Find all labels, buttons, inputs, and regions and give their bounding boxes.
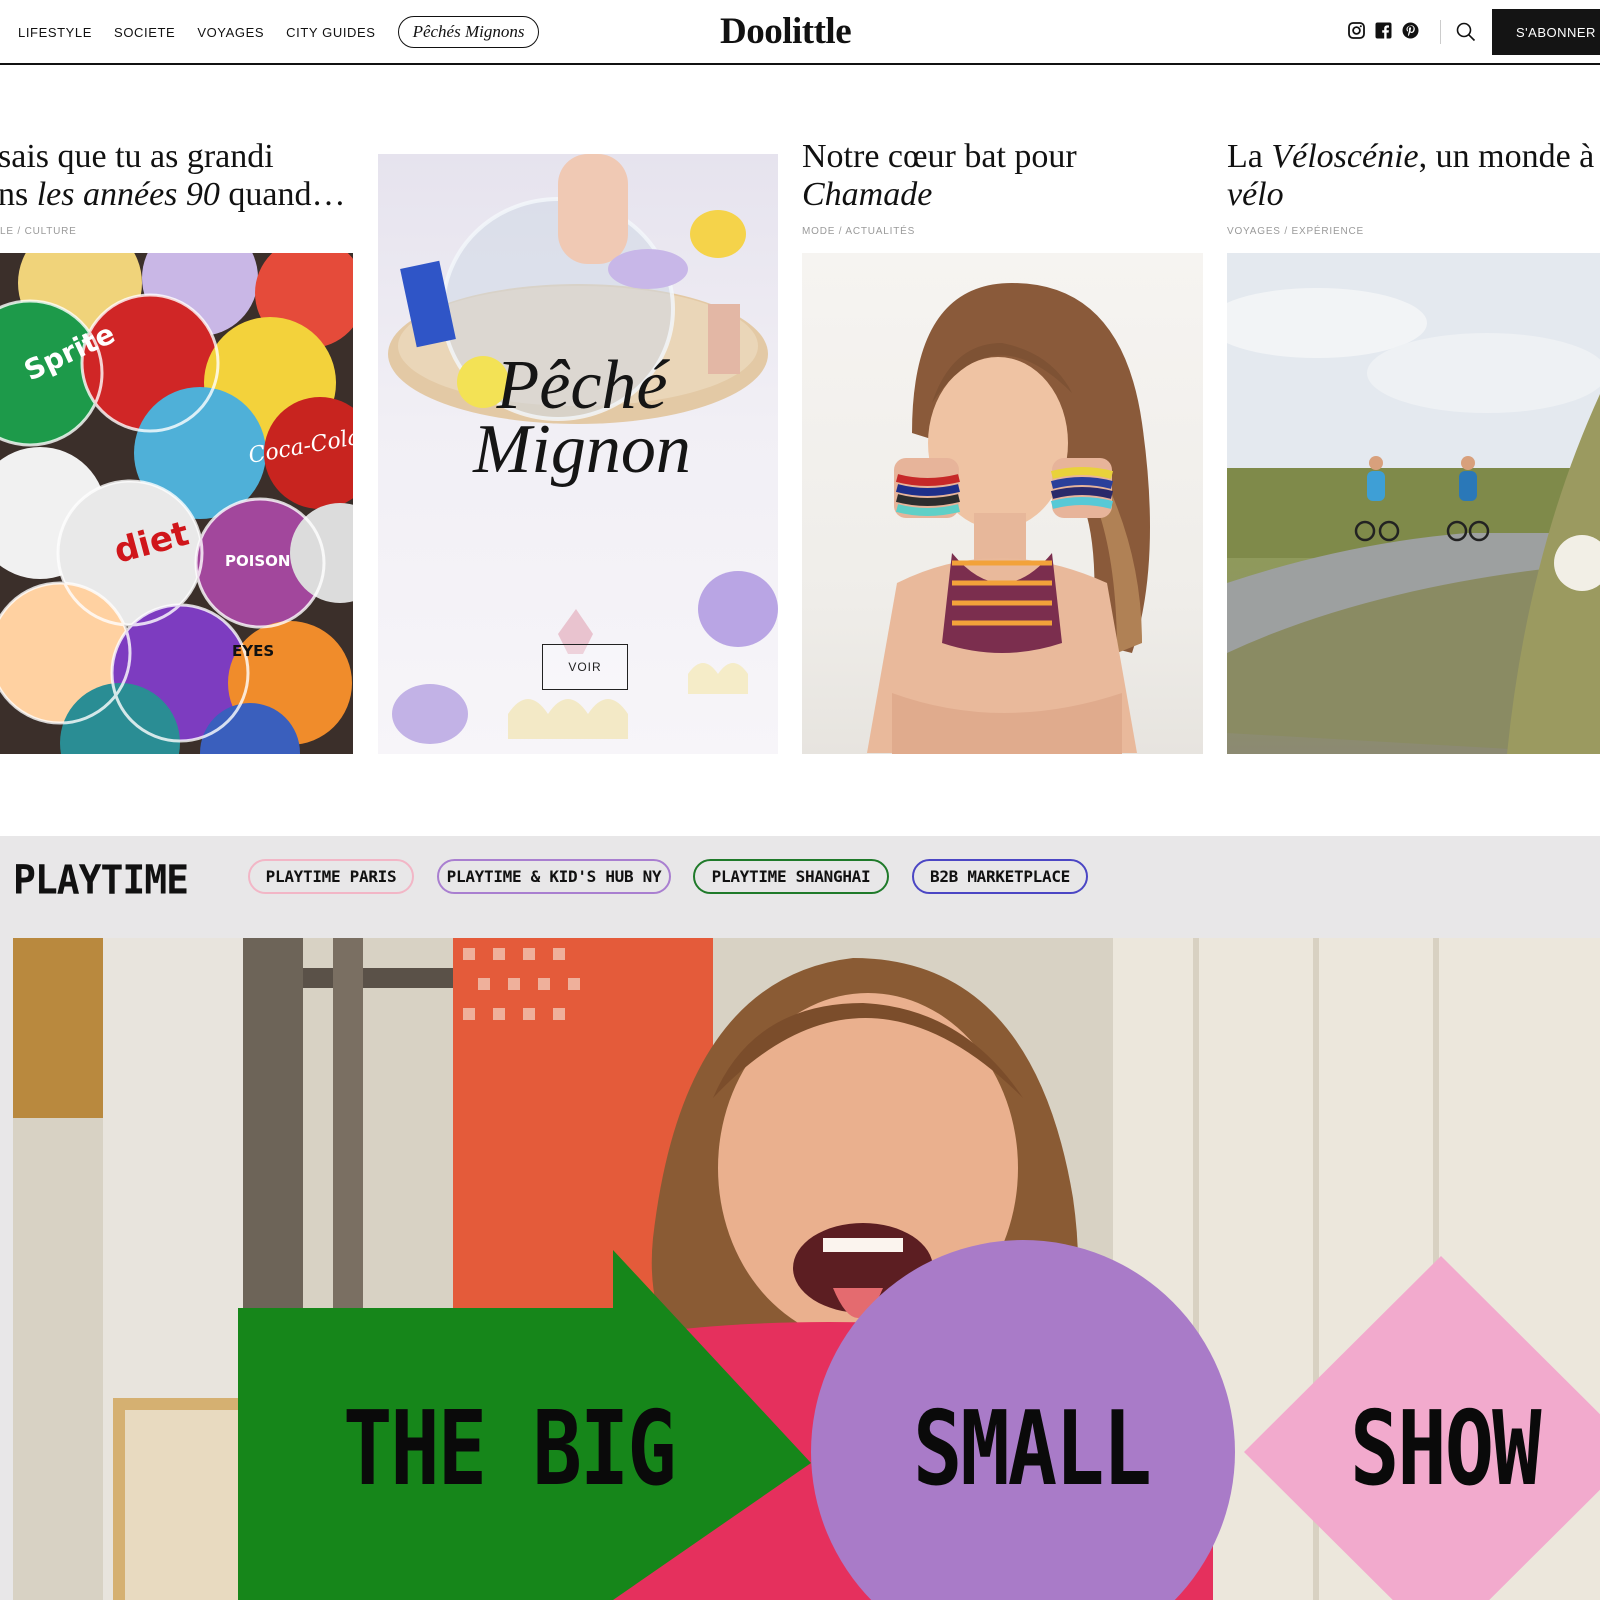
svg-text:POISON: POISON bbox=[225, 552, 290, 570]
article-title-italic: Chamade bbox=[802, 176, 933, 213]
playtime-ny-pill[interactable]: PLAYTIME & KID'S HUB NY bbox=[437, 859, 671, 894]
article-title[interactable]: Notre cœur bat pour Chamade bbox=[802, 138, 1077, 214]
article-title[interactable]: La Véloscénie, un monde à vélo bbox=[1227, 138, 1594, 214]
article-title-italic: les années 90 bbox=[36, 176, 220, 213]
article-category[interactable]: LE / CULTURE bbox=[0, 226, 77, 237]
article-image-pogs[interactable]: Sprite diet Coca-Cola POISON EYES bbox=[0, 253, 353, 754]
nav-societe[interactable]: SOCIETE bbox=[114, 25, 175, 40]
article-title-end: , un monde à bbox=[1418, 138, 1595, 175]
article-category[interactable]: MODE / ACTUALITÉS bbox=[802, 226, 915, 237]
playtime-hero-banner[interactable]: THE BIG SMALL SHOW bbox=[13, 938, 1600, 1600]
site-header: LIFESTYLE SOCIETE VOYAGES CITY GUIDES Pê… bbox=[0, 0, 1600, 65]
search-icon[interactable] bbox=[1455, 21, 1477, 43]
nav-voyages[interactable]: VOYAGES bbox=[197, 25, 264, 40]
veloscenie-illustration bbox=[1227, 253, 1600, 754]
playtime-paris-pill[interactable]: PLAYTIME PARIS bbox=[248, 859, 414, 894]
article-title[interactable]: sais que tu as grandi ns les années 90 q… bbox=[0, 138, 346, 214]
header-divider bbox=[1440, 20, 1441, 44]
hero-word-show: SHOW bbox=[1350, 1390, 1541, 1509]
playtime-shanghai-pill[interactable]: PLAYTIME SHANGHAI bbox=[693, 859, 889, 894]
main-nav: LIFESTYLE SOCIETE VOYAGES CITY GUIDES Pê… bbox=[18, 0, 540, 64]
article-title-start: La bbox=[1227, 138, 1272, 175]
instagram-icon[interactable] bbox=[1348, 22, 1365, 39]
article-title-line-2-end: quand… bbox=[219, 176, 346, 213]
article-title-line-2-start: ns bbox=[0, 176, 37, 213]
chamade-illustration bbox=[867, 283, 1150, 754]
article-title-italic: Véloscénie bbox=[1271, 138, 1419, 175]
hero-word-small: SMALL bbox=[913, 1390, 1152, 1509]
svg-text:EYES: EYES bbox=[232, 642, 274, 660]
article-image-veloscenie[interactable] bbox=[1227, 253, 1600, 754]
site-logo[interactable]: Doolittle bbox=[720, 10, 852, 53]
overlay-line-2: Mignon bbox=[473, 411, 691, 488]
article-image-peche-mignon[interactable]: Pêché Mignon VOIR bbox=[378, 154, 778, 754]
facebook-icon[interactable] bbox=[1375, 22, 1392, 39]
article-category[interactable]: VOYAGES / EXPÉRIENCE bbox=[1227, 226, 1364, 237]
article-title-line-1: sais que tu as grandi bbox=[0, 138, 274, 175]
hero-word-the-big: THE BIG bbox=[343, 1390, 677, 1509]
nav-peches-mignons-pill[interactable]: Pêchés Mignons bbox=[397, 16, 540, 48]
subscribe-button[interactable]: S'ABONNER bbox=[1492, 9, 1600, 55]
b2b-marketplace-pill[interactable]: B2B MARKETPLACE bbox=[912, 859, 1088, 894]
peche-mignon-overlay-title: Pêché Mignon bbox=[442, 351, 722, 485]
article-title-line-1: Notre cœur bat pour bbox=[802, 138, 1077, 175]
article-title-line-2: vélo bbox=[1227, 176, 1284, 213]
nav-city-guides[interactable]: CITY GUIDES bbox=[286, 25, 375, 40]
pogs-illustration: Sprite diet Coca-Cola POISON EYES bbox=[0, 253, 353, 754]
nav-lifestyle[interactable]: LIFESTYLE bbox=[18, 25, 92, 40]
article-image-chamade[interactable] bbox=[802, 253, 1203, 754]
voir-button[interactable]: VOIR bbox=[542, 644, 628, 690]
social-links bbox=[1348, 22, 1419, 39]
pinterest-icon[interactable] bbox=[1402, 22, 1419, 39]
playtime-logo[interactable]: PLAYTIME bbox=[13, 857, 189, 903]
playtime-section: PLAYTIME PLAYTIME PARIS PLAYTIME & KID'S… bbox=[0, 836, 1600, 1600]
